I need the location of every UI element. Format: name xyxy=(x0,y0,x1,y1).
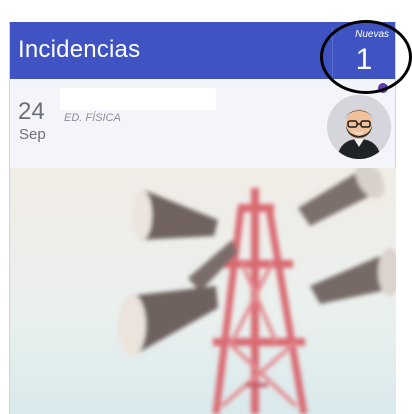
new-count-badge[interactable]: Nuevas 1 xyxy=(332,27,395,79)
subject-label: ED. FÍSICA xyxy=(64,112,121,124)
redacted-title-bar xyxy=(60,88,216,110)
new-count-value: 1 xyxy=(355,43,373,76)
header-bar: Incidencias Nuevas 1 xyxy=(10,22,395,79)
page-title: Incidencias xyxy=(18,36,141,63)
date-day: 24 xyxy=(18,98,45,125)
new-count-label: Nuevas xyxy=(355,29,389,40)
loudspeaker-tower-photo xyxy=(10,168,396,414)
unread-indicator xyxy=(378,83,388,93)
bearded-man-avatar-icon[interactable] xyxy=(327,95,391,159)
date-month: Sep xyxy=(19,126,46,143)
